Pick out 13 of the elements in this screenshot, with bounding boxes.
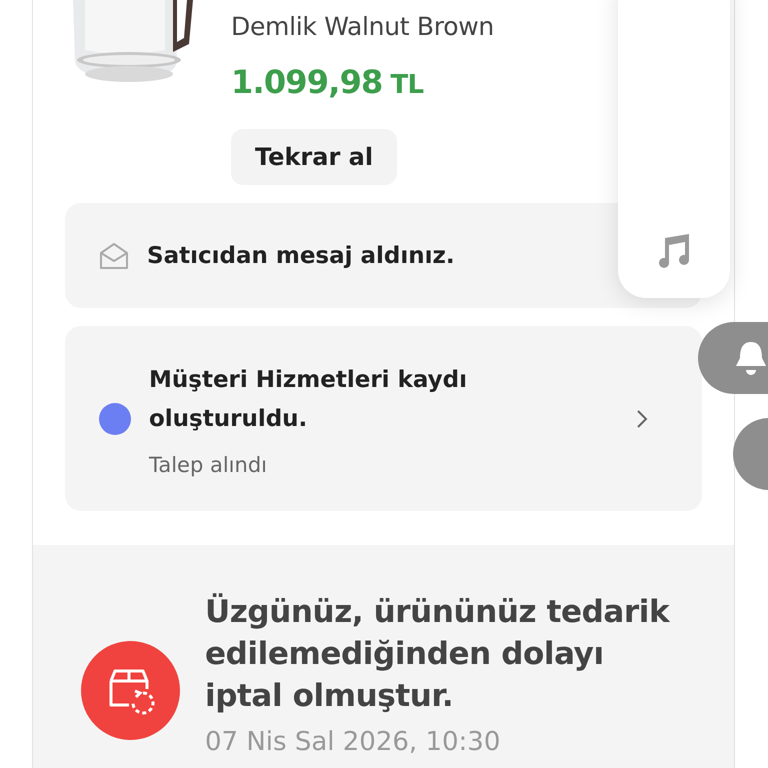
ticket-title: Müşteri Hizmetleri kaydı oluşturuldu. <box>149 366 468 434</box>
ticket-status: Talep alındı <box>149 452 268 476</box>
product-name: Demlik Walnut Brown <box>231 12 494 41</box>
seller-message-text[interactable]: Satıcıdan mesaj aldınız. <box>147 242 455 268</box>
music-note-icon[interactable] <box>657 234 691 268</box>
envelope-icon <box>99 242 129 270</box>
cancellation-message: Üzgünüz, ürününüz tedarik edilemediğinden dolayı iptal olmuştur. <box>205 592 671 716</box>
buy-again-button[interactable]: Tekrar al <box>231 129 398 185</box>
product-price: 1.099,98 TL <box>231 63 424 101</box>
bell-icon <box>734 340 768 376</box>
cancellation-date: 07 Nis Sal 2026, 10:30 <box>205 727 502 757</box>
chevron-right-icon <box>636 408 648 428</box>
support-ticket-card[interactable]: Müşteri Hizmetleri kaydı oluşturuldu. Talep alındı <box>65 326 702 511</box>
